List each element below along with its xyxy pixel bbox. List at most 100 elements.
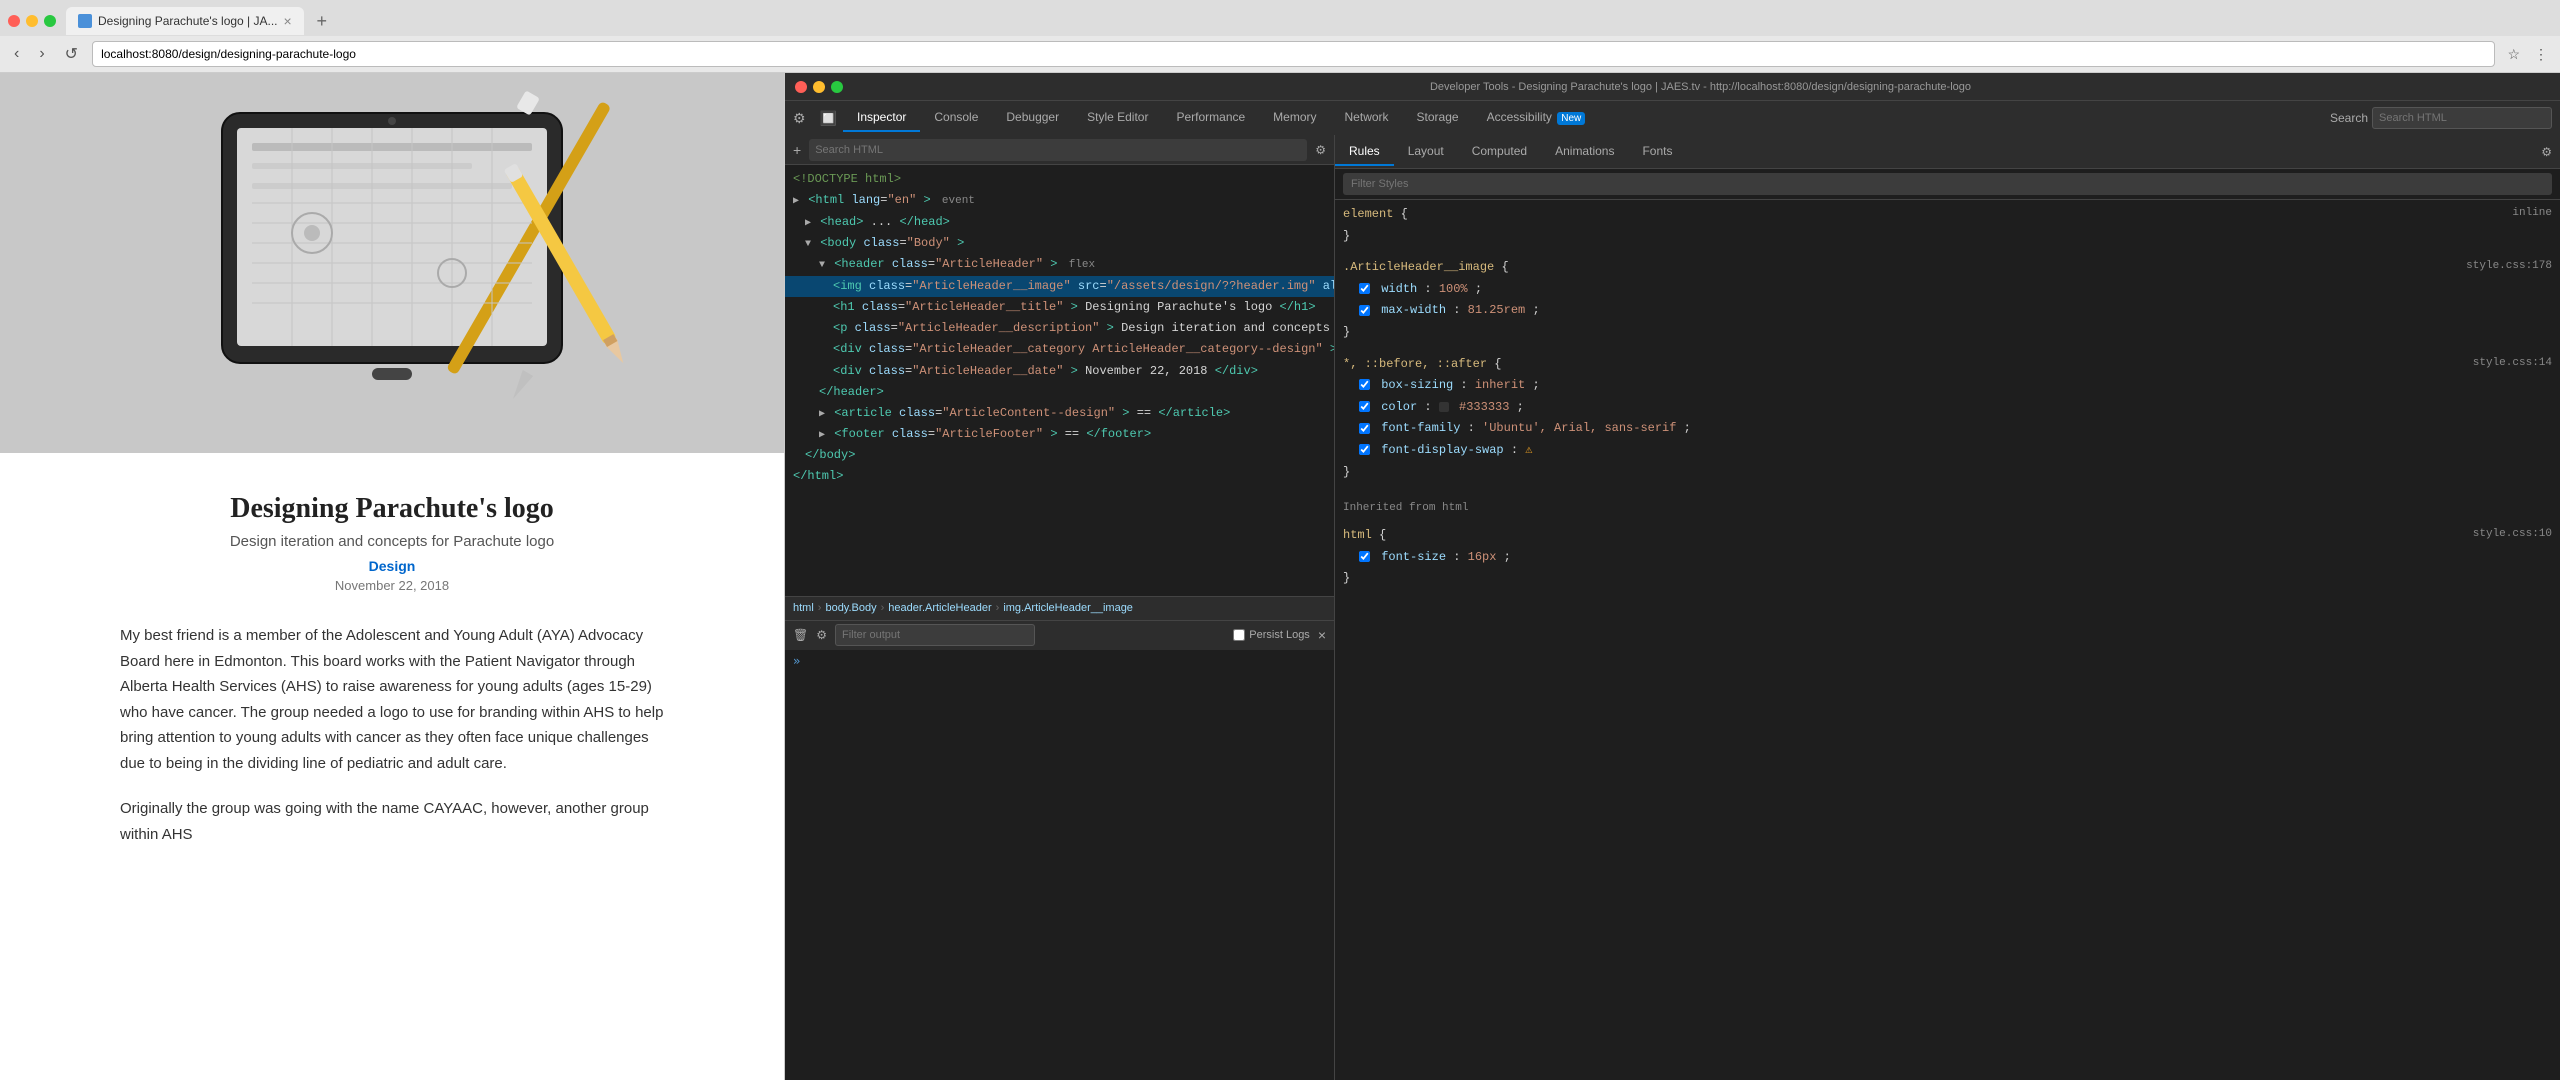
tab-console[interactable]: Console	[920, 104, 992, 132]
devtools-traffic-yellow[interactable]	[813, 81, 825, 93]
html-line-article[interactable]: ▶ <article class="ArticleContent--design…	[785, 403, 1334, 424]
devtools-panel: Developer Tools - Designing Parachute's …	[785, 73, 2560, 1080]
persist-logs-label: Persist Logs	[1249, 629, 1310, 641]
tab-performance[interactable]: Performance	[1162, 104, 1259, 132]
traffic-light-red[interactable]	[8, 15, 20, 27]
css-source-universal: style.css:14	[2473, 354, 2552, 374]
css-selector-universal[interactable]: *, ::before, ::after	[1343, 357, 1487, 371]
css-prop-maxwidth-checkbox[interactable]	[1359, 305, 1370, 316]
css-tab-rules[interactable]: Rules	[1335, 138, 1394, 166]
devtools-traffic-red[interactable]	[795, 81, 807, 93]
html-content: <!DOCTYPE html> ▶ <html lang="en" > even…	[785, 165, 1334, 596]
bookmark-button[interactable]: ☆	[2503, 44, 2524, 65]
css-rule-element: element inline { }	[1343, 204, 2552, 247]
url-bar[interactable]	[92, 41, 2495, 67]
html-line-header[interactable]: ▼ <header class="ArticleHeader" > flex	[785, 254, 1334, 276]
forward-button[interactable]: ›	[33, 43, 50, 65]
devtools-inspector-icon[interactable]: 🔲	[814, 110, 843, 127]
article-category-link[interactable]: Design	[120, 558, 664, 574]
css-value-font-family[interactable]: 'Ubuntu', Arial, sans-serif	[1482, 421, 1676, 435]
html-search-options-button[interactable]: ⚙	[1315, 143, 1326, 157]
html-line-footer[interactable]: ▶ <footer class="ArticleFooter" > == </f…	[785, 424, 1334, 445]
devtools-settings-icon[interactable]: ⚙	[785, 110, 814, 127]
new-tab-button[interactable]: +	[308, 7, 336, 35]
html-line-close-html[interactable]: </html>	[785, 466, 1334, 487]
css-prop-width-checkbox[interactable]	[1359, 283, 1370, 294]
html-line-img-selected[interactable]: <img class="ArticleHeader__image" src="/…	[785, 276, 1334, 297]
html-line-head[interactable]: ▶ <head> ... </head>	[785, 212, 1334, 233]
css-prop-fontfamily-checkbox[interactable]	[1359, 423, 1370, 434]
html-search-input[interactable]	[809, 139, 1307, 161]
css-panel-toolbar: Rules Layout Computed Animations Fonts	[1335, 135, 2560, 169]
console-clear-button[interactable]: 🗑	[793, 628, 808, 642]
css-prop-fontdisplay-checkbox[interactable]	[1359, 444, 1370, 455]
css-property-box-sizing: box-sizing : inherit ;	[1343, 375, 2552, 397]
breadcrumb-header[interactable]: header.ArticleHeader	[888, 602, 991, 614]
css-value-maxwidth[interactable]: 81.25rem	[1468, 303, 1526, 317]
css-color-swatch[interactable]	[1439, 402, 1449, 412]
tab-favicon	[78, 14, 92, 28]
css-prop-color-checkbox[interactable]	[1359, 401, 1370, 412]
browser-tab[interactable]: Designing Parachute's logo | JA... ×	[66, 7, 304, 35]
css-property-color: color : #333333 ;	[1343, 397, 2552, 419]
console-input[interactable]	[806, 654, 1326, 668]
console-close-button[interactable]: ×	[1318, 627, 1326, 643]
article-title: Designing Parachute's logo	[120, 493, 664, 525]
html-line-h1[interactable]: <h1 class="ArticleHeader__title" > Desig…	[785, 297, 1334, 318]
html-add-node-button[interactable]: +	[793, 142, 801, 158]
console-filter-input[interactable]	[835, 624, 1035, 646]
css-rule-universal: *, ::before, ::after style.css:14 { box-…	[1343, 354, 2552, 484]
browser-viewport: Designing Parachute's logo Design iterat…	[0, 73, 785, 1080]
css-value-font-size[interactable]: 16px	[1468, 550, 1497, 564]
tab-close-button[interactable]: ×	[284, 13, 292, 29]
traffic-light-yellow[interactable]	[26, 15, 38, 27]
css-value-color[interactable]: #333333	[1459, 400, 1509, 414]
back-button[interactable]: ‹	[8, 43, 25, 65]
css-rule-article-header-image: .ArticleHeader__image style.css:178 { wi…	[1343, 257, 2552, 343]
css-prop-boxsizing-checkbox[interactable]	[1359, 379, 1370, 390]
css-tab-layout[interactable]: Layout	[1394, 138, 1458, 166]
html-line-close-header[interactable]: </header>	[785, 382, 1334, 403]
css-tab-fonts[interactable]: Fonts	[1628, 138, 1686, 166]
breadcrumb: html › body.Body › header.ArticleHeader …	[785, 596, 1334, 620]
breadcrumb-img[interactable]: img.ArticleHeader__image	[1003, 602, 1133, 614]
persist-logs-group: Persist Logs	[1233, 629, 1310, 641]
css-property-font-size: font-size : 16px ;	[1343, 547, 2552, 569]
devtools-search-input[interactable]	[2372, 107, 2552, 129]
css-value-width[interactable]: 100%	[1439, 282, 1468, 296]
html-line-div-category[interactable]: <div class="ArticleHeader__category Arti…	[785, 339, 1334, 360]
console-filter-icon[interactable]: ⚙	[816, 628, 827, 642]
tab-memory[interactable]: Memory	[1259, 104, 1330, 132]
tab-style-editor[interactable]: Style Editor	[1073, 104, 1162, 132]
css-filter-styles-button[interactable]: ⚙	[2541, 145, 2552, 159]
css-value-box-sizing[interactable]: inherit	[1475, 378, 1525, 392]
persist-logs-checkbox[interactable]	[1233, 629, 1245, 641]
css-tab-animations[interactable]: Animations	[1541, 138, 1628, 166]
tab-storage[interactable]: Storage	[1403, 104, 1473, 132]
css-selector-element[interactable]: element	[1343, 207, 1393, 221]
tab-accessibility[interactable]: Accessibility New	[1473, 104, 1600, 132]
refresh-button[interactable]: ↺	[59, 42, 84, 66]
css-filter-bar	[1335, 169, 2560, 200]
tab-inspector[interactable]: Inspector	[843, 104, 920, 132]
menu-button[interactable]: ⋮	[2530, 44, 2552, 65]
html-line-p-desc[interactable]: <p class="ArticleHeader__description" > …	[785, 318, 1334, 339]
article-body: Designing Parachute's logo Design iterat…	[0, 453, 784, 907]
html-line-div-date[interactable]: <div class="ArticleHeader__date" > Novem…	[785, 361, 1334, 382]
article-description: Design iteration and concepts for Parach…	[120, 533, 664, 550]
css-selector-article-header[interactable]: .ArticleHeader__image	[1343, 260, 1494, 274]
html-line-html[interactable]: ▶ <html lang="en" > event	[785, 190, 1334, 212]
html-line-doctype[interactable]: <!DOCTYPE html>	[785, 169, 1334, 190]
css-selector-html[interactable]: html	[1343, 528, 1372, 542]
breadcrumb-html[interactable]: html	[793, 602, 814, 614]
tab-network[interactable]: Network	[1331, 104, 1403, 132]
breadcrumb-body[interactable]: body.Body	[825, 602, 876, 614]
tab-debugger[interactable]: Debugger	[992, 104, 1073, 132]
traffic-light-green[interactable]	[44, 15, 56, 27]
html-line-close-body[interactable]: </body>	[785, 445, 1334, 466]
css-prop-fontsize-checkbox[interactable]	[1359, 551, 1370, 562]
css-filter-input[interactable]	[1343, 173, 2552, 195]
css-tab-computed[interactable]: Computed	[1458, 138, 1541, 166]
devtools-traffic-green[interactable]	[831, 81, 843, 93]
html-line-body[interactable]: ▼ <body class="Body" >	[785, 233, 1334, 254]
